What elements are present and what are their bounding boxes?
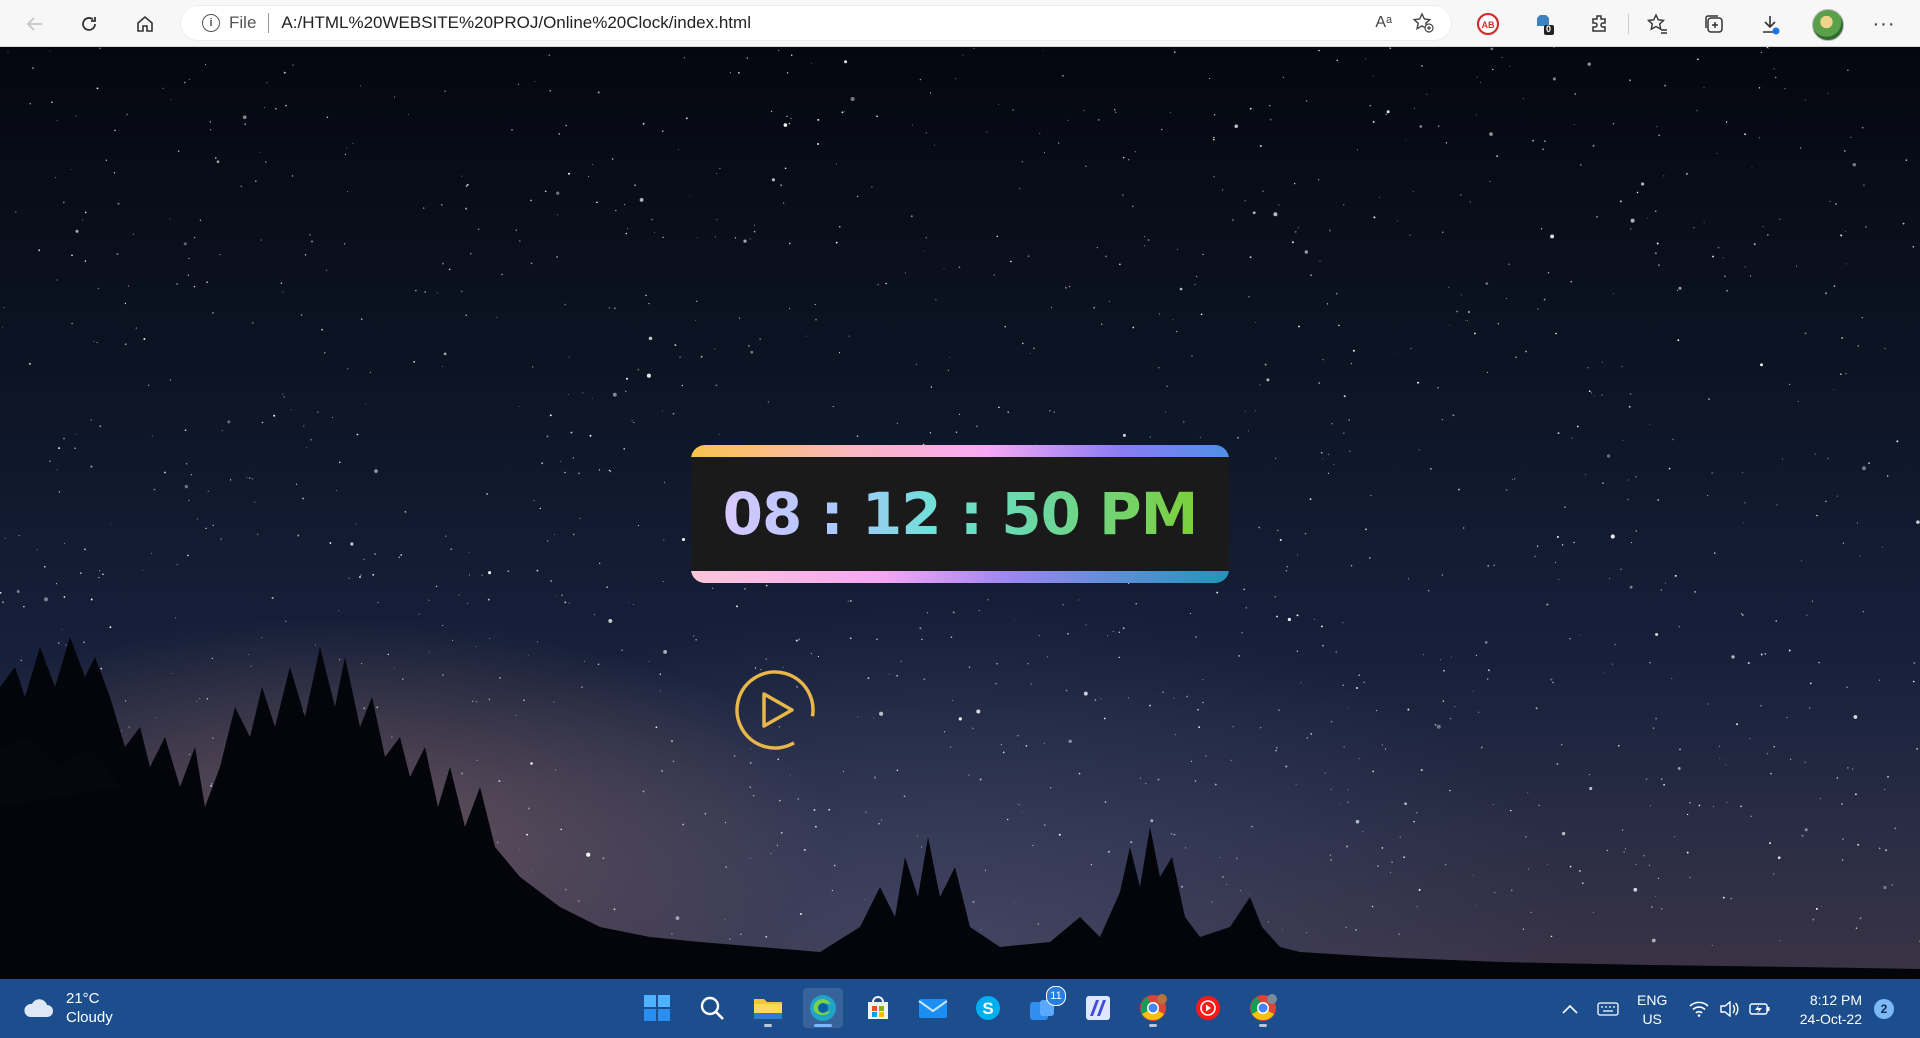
info-icon[interactable]: i [202, 14, 220, 32]
home-icon [137, 15, 153, 32]
weather-temp: 21°C [66, 990, 100, 1007]
show-hidden-icons-button[interactable] [1562, 979, 1578, 1038]
taskbar-time: 8:12 PM [1809, 992, 1862, 1008]
refresh-button[interactable] [71, 6, 107, 42]
refresh-icon [82, 17, 96, 31]
back-button[interactable] [17, 6, 53, 42]
svg-text:S: S [982, 999, 993, 1018]
store-button[interactable] [858, 988, 898, 1028]
chrome-profile-icon [1250, 994, 1277, 1021]
chrome-profile-button[interactable] [1243, 988, 1283, 1028]
taskbar-date: 24-Oct-22 [1799, 1011, 1862, 1027]
read-aloud-icon[interactable]: Aᵃ [1375, 14, 1392, 32]
play-ring-icon [735, 670, 815, 750]
weather-widget[interactable]: 21°C Cloudy [22, 989, 113, 1027]
shield-badge: 0 [1546, 24, 1552, 34]
search-button[interactable] [692, 988, 732, 1028]
wifi-icon [1689, 1001, 1709, 1017]
chrome-icon [1140, 994, 1167, 1021]
notepad-button[interactable] [1078, 988, 1118, 1028]
edge-icon [810, 995, 836, 1021]
notepad-icon [1086, 996, 1110, 1020]
chrome-button[interactable] [1133, 988, 1173, 1028]
favorites-icon[interactable] [1644, 10, 1672, 38]
region-code: US [1642, 1011, 1662, 1027]
play-triangle-icon [762, 692, 794, 728]
edge-button[interactable] [803, 988, 843, 1028]
scheme-label: File [229, 13, 257, 32]
address-bar[interactable]: i File A:/HTML%20WEBSITE%20PROJ/Online%2… [180, 5, 1452, 41]
clock-display: 08 : 12 : 50 PM [691, 457, 1229, 571]
keyboard-icon [1597, 1001, 1619, 1016]
url-text[interactable]: A:/HTML%20WEBSITE%20PROJ/Online%20Clock/… [281, 13, 751, 33]
address-separator [268, 13, 270, 33]
start-icon [644, 995, 670, 1021]
svg-text:AB: AB [1482, 20, 1495, 30]
teams-button[interactable]: 11 [1023, 986, 1066, 1028]
mail-icon [918, 999, 948, 1018]
skype-icon: S [976, 996, 1000, 1020]
youtube-music-icon [1196, 996, 1220, 1020]
downloads-icon[interactable] [1756, 10, 1784, 38]
shield-extension-icon[interactable]: 0 [1530, 10, 1558, 38]
clock-time: 08 : 12 : 50 PM [722, 480, 1199, 548]
cloud-icon [24, 999, 53, 1017]
play-button[interactable] [734, 669, 816, 751]
search-icon [700, 996, 724, 1020]
store-icon [868, 996, 888, 1019]
clock-date-button[interactable]: 8:12 PM 24-Oct-22 [1782, 991, 1862, 1029]
start-button[interactable] [637, 988, 677, 1028]
chevron-up-icon [1562, 1004, 1578, 1014]
weather-condition: Cloudy [66, 1009, 113, 1026]
touch-keyboard-button[interactable] [1597, 979, 1619, 1038]
collections-icon[interactable] [1700, 10, 1728, 38]
youtube-music-button[interactable] [1188, 988, 1228, 1028]
input-language[interactable]: ENG US [1637, 991, 1667, 1029]
file-explorer-icon [754, 999, 782, 1019]
profile-avatar[interactable] [1812, 9, 1844, 41]
windows-taskbar: 21°C Cloudy S 11 ENG US 8:12 PM 24-Oct-2… [0, 979, 1920, 1038]
digital-clock-card: 08 : 12 : 50 PM [691, 445, 1229, 583]
quick-settings-button[interactable] [1689, 979, 1771, 1038]
page-viewport: 08 : 12 : 50 PM [0, 47, 1920, 979]
language-code: ENG [1637, 992, 1668, 1008]
more-options-icon[interactable]: ··· [1870, 10, 1898, 38]
skype-button[interactable]: S [968, 988, 1008, 1028]
browser-toolbar: i File A:/HTML%20WEBSITE%20PROJ/Online%2… [0, 0, 1920, 47]
toolbar-divider [1628, 14, 1629, 34]
file-explorer-button[interactable] [748, 988, 788, 1028]
notification-badge[interactable]: 2 [1874, 999, 1894, 1019]
mail-button[interactable] [913, 988, 953, 1028]
add-favorite-icon[interactable] [1412, 12, 1434, 34]
extensions-icon[interactable] [1586, 10, 1614, 38]
adblock-icon[interactable]: AB [1474, 10, 1502, 38]
battery-charging-icon [1749, 1002, 1770, 1015]
back-arrow-icon [26, 17, 42, 31]
teams-badge: 11 [1046, 986, 1066, 1006]
home-button[interactable] [127, 6, 163, 42]
volume-icon [1720, 1000, 1739, 1017]
